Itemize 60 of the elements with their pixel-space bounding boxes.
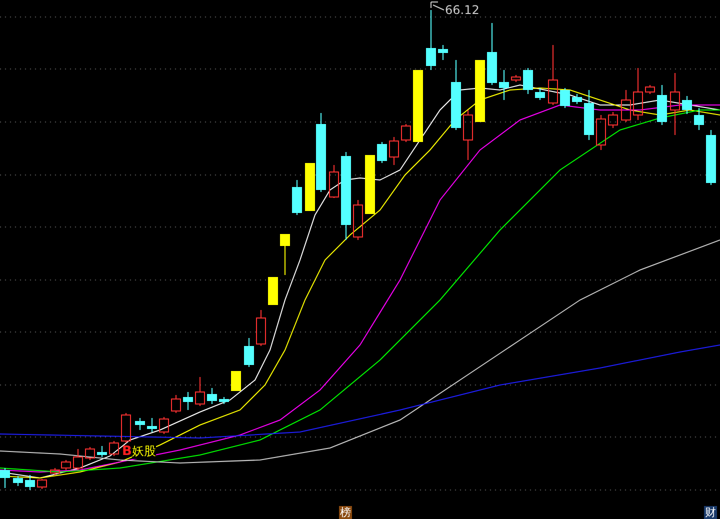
candlestick [231, 370, 241, 392]
candlestick [511, 74, 521, 82]
candlestick [256, 310, 266, 346]
candlestick [37, 478, 47, 490]
signal-label: 妖股 [132, 444, 156, 459]
candlestick [670, 72, 680, 136]
candlestick [389, 136, 399, 166]
candlestick [365, 154, 375, 214]
candlestick [584, 90, 594, 140]
candlestick [475, 60, 485, 122]
candlestick [25, 474, 35, 490]
candlestick [548, 44, 558, 106]
candlestick [438, 44, 448, 60]
candlestick [621, 90, 631, 122]
candlestick [159, 416, 169, 434]
candlestick [244, 338, 254, 368]
bottom-tab[interactable]: 榜 [339, 506, 352, 518]
candlestick [135, 418, 145, 430]
candlestick [608, 112, 618, 128]
candlestick [572, 94, 582, 104]
candlestick [657, 84, 667, 126]
candlestick [207, 388, 217, 404]
candlestick [633, 68, 643, 120]
bottom-tab[interactable]: 财 [704, 506, 717, 518]
candlestick [401, 124, 411, 142]
candlestick [183, 392, 193, 410]
candlestick [451, 60, 461, 130]
candlestick [61, 460, 71, 470]
candlestick [487, 22, 497, 86]
candlestick [645, 84, 655, 94]
candlestick [560, 88, 570, 108]
high-price-label: 66.12 [445, 3, 480, 17]
candlestick [377, 142, 387, 164]
candlestick [280, 234, 290, 276]
candlestick [706, 130, 716, 186]
candlestick [682, 96, 692, 114]
candlestick [85, 446, 95, 460]
candlestick [426, 10, 436, 70]
candlestick [523, 68, 533, 94]
candlestick [147, 418, 157, 432]
candlestick [0, 468, 10, 488]
high-marker-icon [430, 2, 444, 10]
candlestick [13, 476, 23, 486]
candlestick [268, 276, 278, 306]
candlestick [121, 412, 131, 444]
candlestick [73, 448, 83, 470]
candlestick [499, 70, 509, 100]
candlestick [171, 394, 181, 414]
candlestick [109, 440, 119, 456]
candlestick [329, 164, 339, 198]
candlestick [219, 396, 229, 404]
candlestick [353, 200, 363, 240]
buy-signal-mark: B [122, 444, 132, 459]
candlestick [97, 446, 107, 458]
candlestick [463, 110, 473, 160]
candlestick [292, 180, 302, 216]
candlestick [694, 108, 704, 130]
candlestick [596, 114, 606, 150]
candlestick [195, 376, 205, 406]
candlestick [535, 88, 545, 100]
